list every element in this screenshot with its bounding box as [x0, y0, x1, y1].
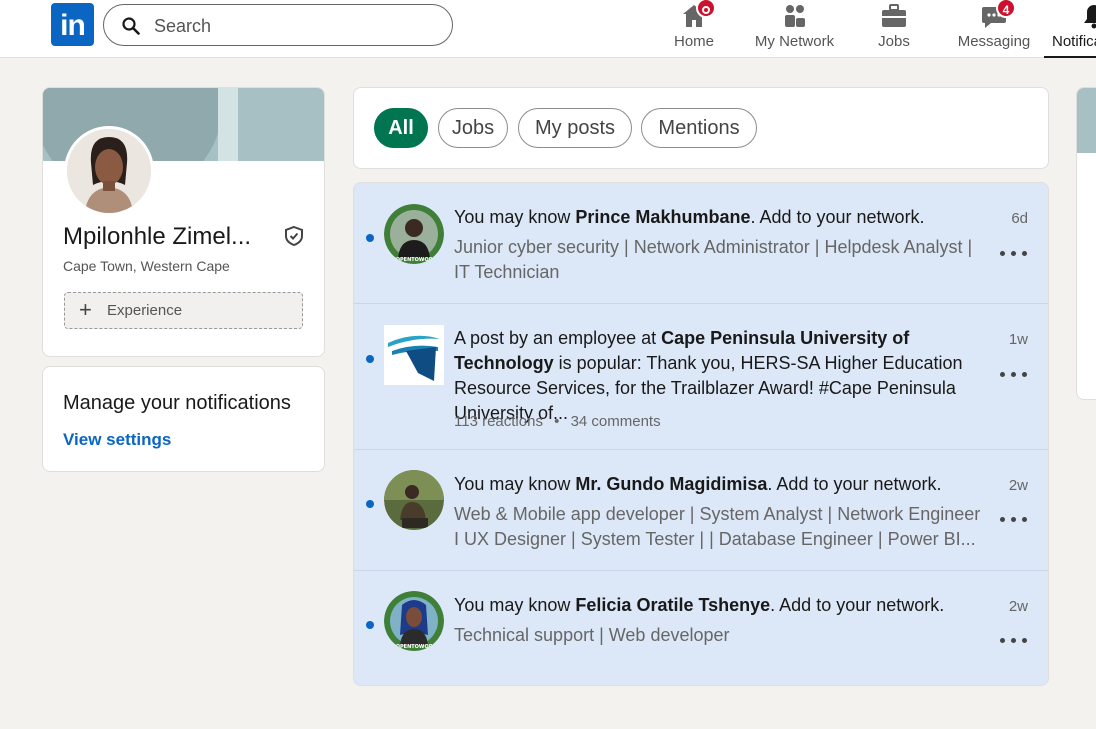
- notification-subtitle: Junior cyber security | Network Administ…: [454, 237, 973, 282]
- notification-item[interactable]: A post by an employee at Cape Peninsula …: [354, 304, 1048, 450]
- nav-messaging-label: Messaging: [957, 33, 1031, 50]
- nav-my-network[interactable]: My Network: [747, 0, 842, 58]
- search-input[interactable]: [154, 14, 434, 38]
- cput-logo[interactable]: [384, 325, 444, 385]
- open-to-work-ring-text: #OPENTOWORK: [392, 644, 438, 650]
- filter-all[interactable]: All: [374, 108, 428, 148]
- notification-filter-bar: All Jobs My posts Mentions: [353, 87, 1049, 169]
- open-to-work-ring-text: #OPENTOWORK: [392, 257, 438, 263]
- profile-name[interactable]: Mpilonhle Zimel...: [63, 223, 251, 251]
- filter-jobs[interactable]: Jobs: [438, 108, 508, 148]
- plus-icon: +: [79, 297, 92, 322]
- more-options-icon[interactable]: [1000, 636, 1028, 646]
- notification-time: 6d: [1011, 210, 1028, 227]
- messaging-badge: 4: [996, 0, 1016, 18]
- stats-separator: •: [554, 413, 560, 430]
- view-settings-link[interactable]: View settings: [63, 430, 171, 450]
- briefcase-icon: [882, 4, 906, 27]
- nav-notifications[interactable]: Notifications: [1044, 0, 1096, 58]
- nav-home[interactable]: Home: [661, 0, 727, 58]
- add-experience-label: Experience: [107, 302, 183, 319]
- filter-mentions[interactable]: Mentions: [641, 108, 757, 148]
- notification-avatar[interactable]: #OPENTOWORK: [384, 204, 444, 264]
- notification-text: You may know Mr. Gundo Magidimisa. Add t…: [454, 474, 942, 494]
- notification-subtitle: Web & Mobile app developer | System Anal…: [454, 504, 981, 549]
- notification-subtitle: Technical support | Web developer: [454, 625, 730, 645]
- profile-location: Cape Town, Western Cape: [63, 258, 230, 274]
- manage-notifications-card: Manage your notifications View settings: [42, 366, 325, 472]
- nav-jobs-label: Jobs: [878, 33, 910, 50]
- notification-avatar[interactable]: #OPENTOWORK: [384, 591, 444, 651]
- person-name: Felicia Oratile Tshenye: [575, 595, 771, 615]
- person-photo: [67, 129, 151, 213]
- notification-time: 2w: [1008, 477, 1028, 494]
- nav-jobs[interactable]: Jobs: [861, 0, 927, 58]
- profile-avatar[interactable]: [64, 126, 154, 216]
- more-options-icon[interactable]: [1000, 249, 1028, 259]
- notification-time: 1w: [1008, 331, 1028, 348]
- right-rail-cover: [1077, 88, 1096, 153]
- notification-text: A post by an employee at Cape Peninsula …: [454, 328, 963, 423]
- search-icon: [122, 17, 140, 35]
- notification-item[interactable]: #OPENTOWORK You may know Felicia Oratile…: [354, 571, 1048, 685]
- bell-icon: [1084, 5, 1096, 29]
- add-experience-button[interactable]: + Experience: [64, 292, 303, 329]
- right-rail-card: [1076, 87, 1096, 400]
- post-stats: 113 reactions • 34 comments: [454, 413, 661, 430]
- notification-text: You may know Felicia Oratile Tshenye. Ad…: [454, 595, 945, 615]
- notification-item[interactable]: #OPENTOWORK You may know Prince Makhumba…: [354, 183, 1048, 304]
- filter-my-posts[interactable]: My posts: [518, 108, 632, 148]
- notification-text: You may know Prince Makhumbane. Add to y…: [454, 207, 925, 227]
- unread-dot: [366, 234, 374, 242]
- profile-card: Mpilonhle Zimel... Cape Town, Western Ca…: [42, 87, 325, 357]
- home-badge: [696, 0, 716, 18]
- more-options-icon[interactable]: [1000, 370, 1028, 380]
- nav-notifications-label: Notifications: [1052, 33, 1096, 50]
- person-name: Mr. Gundo Magidimisa: [575, 474, 768, 494]
- nav-messaging[interactable]: 4 Messaging: [952, 0, 1036, 58]
- unread-dot: [366, 355, 374, 363]
- search-box[interactable]: [103, 4, 453, 46]
- nav-network-label: My Network: [754, 33, 835, 50]
- notification-list: #OPENTOWORK You may know Prince Makhumba…: [353, 182, 1049, 686]
- nav-home-label: Home: [673, 33, 714, 50]
- notification-item[interactable]: You may know Mr. Gundo Magidimisa. Add t…: [354, 450, 1048, 571]
- notification-time: 2w: [1008, 598, 1028, 615]
- verified-shield-icon[interactable]: [283, 225, 305, 247]
- linkedin-logo[interactable]: in: [51, 3, 94, 46]
- people-icon: [784, 5, 805, 27]
- comments-count[interactable]: 34 comments: [571, 413, 661, 430]
- manage-notifications-title: Manage your notifications: [63, 392, 291, 414]
- notification-avatar[interactable]: [384, 470, 444, 530]
- top-nav-bar: in Home My Network Jobs: [0, 0, 1096, 58]
- person-name: Prince Makhumbane: [575, 207, 751, 227]
- unread-dot: [366, 621, 374, 629]
- unread-dot: [366, 500, 374, 508]
- reactions-count[interactable]: 113 reactions: [454, 413, 543, 430]
- more-options-icon[interactable]: [1000, 515, 1028, 525]
